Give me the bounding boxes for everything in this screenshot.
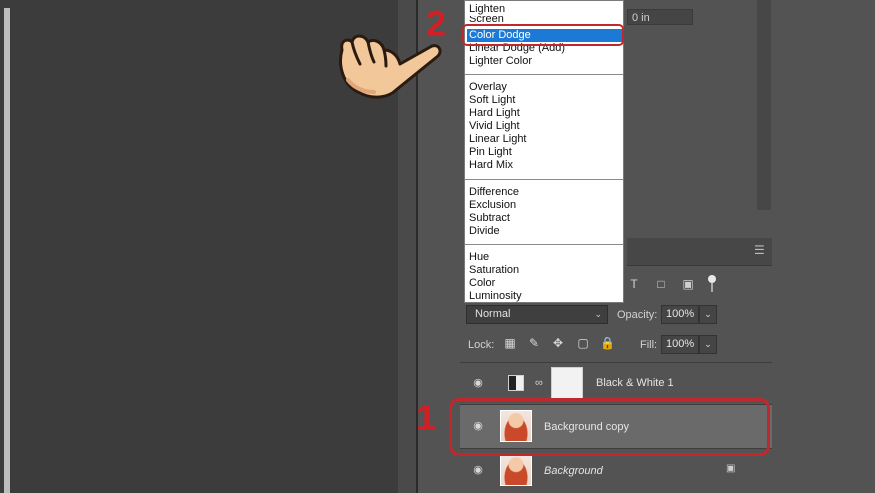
menu-item-screen[interactable]: Screen bbox=[467, 16, 623, 23]
shape-filter-icon[interactable]: □ bbox=[654, 277, 668, 291]
panel-menu-icon[interactable]: ☰ bbox=[754, 244, 766, 256]
menu-item-hard-mix[interactable]: Hard Mix bbox=[467, 159, 623, 172]
menu-item-linear-light[interactable]: Linear Light bbox=[467, 133, 623, 146]
hand-pointer-icon bbox=[339, 34, 442, 99]
lock-icon: ▣ bbox=[726, 463, 736, 474]
smart-object-filter-icon[interactable]: ▣ bbox=[681, 277, 695, 291]
chain-link-icon[interactable]: ∞ bbox=[535, 375, 543, 391]
lock-all-icon[interactable]: 🔒 bbox=[600, 336, 615, 350]
properties-scrollbar[interactable] bbox=[757, 0, 771, 210]
eye-icon[interactable]: ◉ bbox=[470, 464, 486, 476]
lock-label: Lock: bbox=[468, 339, 495, 351]
layer-mask-thumbnail[interactable] bbox=[551, 367, 583, 399]
properties-value-field[interactable]: 0 in bbox=[627, 9, 693, 25]
blend-mode-value: Normal bbox=[475, 308, 511, 320]
fill-label: Fill: bbox=[640, 339, 658, 351]
layer-thumbnail[interactable] bbox=[500, 454, 532, 486]
menu-item-saturation[interactable]: Saturation bbox=[467, 264, 623, 277]
filter-toggle-icon[interactable] bbox=[708, 275, 716, 283]
lock-image-pixels-icon[interactable]: ✎ bbox=[527, 336, 541, 350]
type-filter-icon[interactable]: T bbox=[627, 277, 641, 291]
lock-position-icon[interactable]: ✥ bbox=[551, 336, 565, 350]
menu-item-divide[interactable]: Divide bbox=[467, 225, 623, 238]
menu-item-lighten[interactable]: Lighten bbox=[467, 3, 623, 16]
workspace-background bbox=[778, 0, 875, 493]
opacity-chevron-icon[interactable]: ⌄ bbox=[699, 305, 717, 324]
layer-name: Black & White 1 bbox=[596, 377, 674, 389]
fill-chevron-icon[interactable]: ⌄ bbox=[699, 335, 717, 354]
menu-item-lighter-color[interactable]: Lighter Color bbox=[467, 55, 623, 68]
blend-mode-select[interactable]: Normal ⌄ bbox=[466, 305, 608, 324]
layer-name: Background bbox=[544, 465, 603, 477]
menu-item-luminosity[interactable]: Luminosity bbox=[467, 290, 623, 302]
menu-item-hard-light[interactable]: Hard Light bbox=[467, 107, 623, 120]
menu-item-vivid-light[interactable]: Vivid Light bbox=[467, 120, 623, 133]
opacity-label: Opacity: bbox=[617, 309, 658, 321]
menu-item-exclusion[interactable]: Exclusion bbox=[467, 199, 623, 212]
menu-separator bbox=[465, 179, 623, 180]
menu-item-soft-light[interactable]: Soft Light bbox=[467, 94, 623, 107]
fill-field[interactable]: 100% bbox=[661, 335, 699, 354]
menu-item-pin-light[interactable]: Pin Light bbox=[467, 146, 623, 159]
opacity-field[interactable]: 100% bbox=[661, 305, 699, 324]
menu-separator bbox=[465, 74, 623, 75]
layers-panel-header bbox=[627, 238, 772, 266]
step-1-label: 1 bbox=[416, 397, 437, 438]
lock-transparent-pixels-icon[interactable]: ▦ bbox=[503, 336, 517, 350]
color-dodge-highlight bbox=[462, 24, 624, 46]
menu-item-difference[interactable]: Difference bbox=[467, 186, 623, 199]
adjustment-icon bbox=[508, 375, 524, 391]
chevron-down-icon: ⌄ bbox=[594, 309, 602, 319]
menu-separator bbox=[465, 244, 623, 245]
menu-item-color[interactable]: Color bbox=[467, 277, 623, 290]
eye-icon[interactable]: ◉ bbox=[470, 377, 486, 389]
menu-item-subtract[interactable]: Subtract bbox=[467, 212, 623, 225]
filter-toggle-stem bbox=[711, 283, 713, 292]
canvas-image-edge bbox=[4, 8, 10, 493]
lock-artboard-icon[interactable]: ▢ bbox=[576, 336, 590, 350]
menu-item-hue[interactable]: Hue bbox=[467, 251, 623, 264]
background-copy-highlight bbox=[449, 398, 770, 456]
menu-item-overlay[interactable]: Overlay bbox=[467, 81, 623, 94]
